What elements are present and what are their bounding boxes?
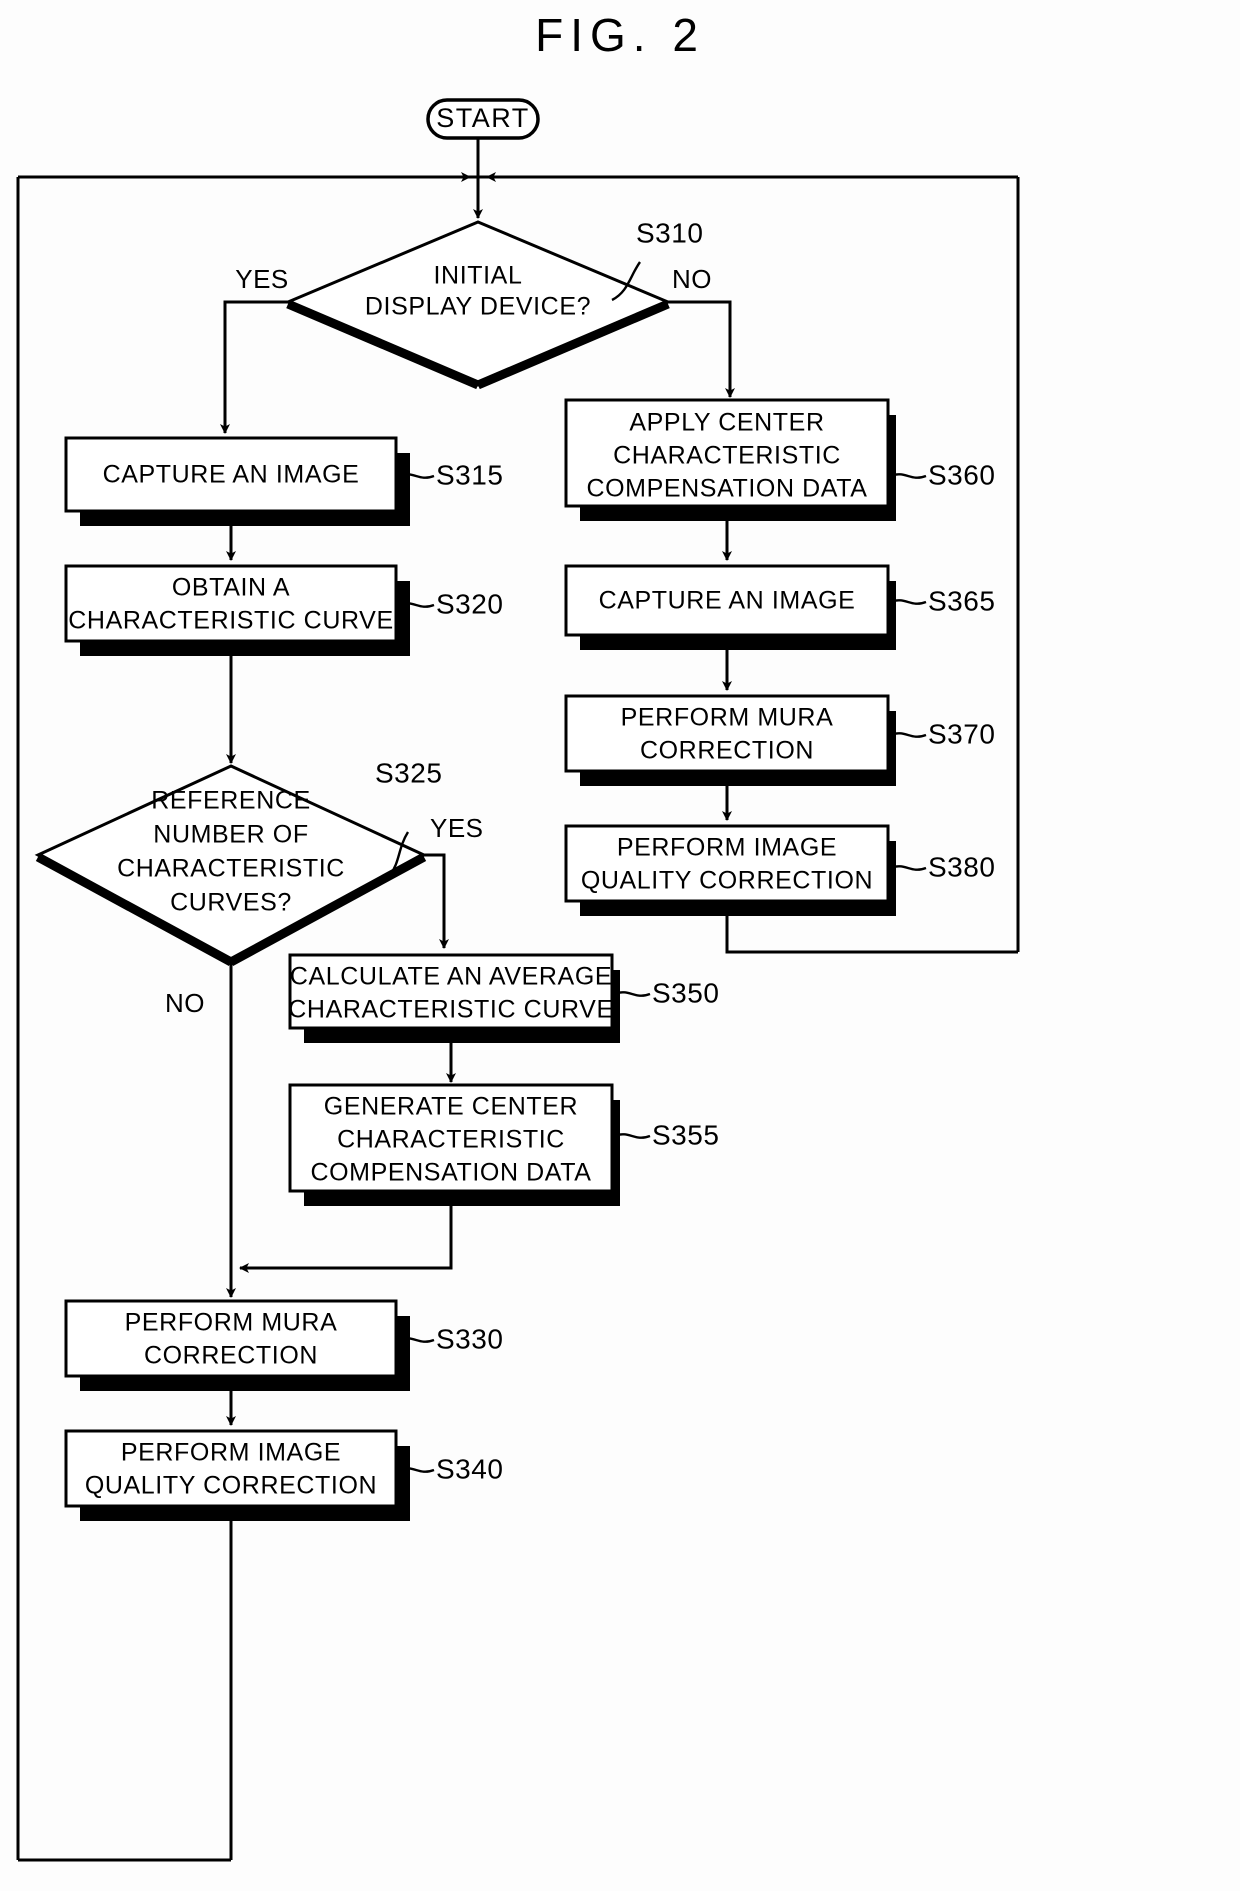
node-s315: CAPTURE AN IMAGE — [64, 436, 410, 526]
s355-line-1: CHARACTERISTIC — [337, 1126, 565, 1154]
s330-line-0: PERFORM MURA — [125, 1309, 338, 1337]
node-s325: REFERENCE NUMBER OF CHARACTERISTIC CURVE… — [34, 764, 428, 966]
node-s340: PERFORM IMAGE QUALITY CORRECTION — [64, 1429, 410, 1521]
s355-ref: S355 — [652, 1119, 719, 1150]
node-s365: CAPTURE AN IMAGE — [564, 564, 896, 650]
s360-line-1: CHARACTERISTIC — [613, 442, 841, 470]
s310-line-1: DISPLAY DEVICE? — [365, 293, 591, 321]
s340-ref: S340 — [436, 1453, 503, 1484]
s325-line-0: REFERENCE — [151, 787, 311, 815]
s365-ref: S365 — [928, 585, 995, 616]
s360-ref: S360 — [928, 459, 995, 490]
s380-line-0: PERFORM IMAGE — [617, 834, 837, 862]
s315-ref: S315 — [436, 459, 503, 490]
edge-s310-no — [668, 300, 735, 398]
node-s330: PERFORM MURA CORRECTION — [64, 1299, 410, 1391]
edge-s310-yes — [220, 300, 288, 434]
node-start: START — [426, 98, 540, 140]
node-s310: INITIAL DISPLAY DEVICE? — [284, 220, 672, 390]
s365-line-0: CAPTURE AN IMAGE — [599, 587, 856, 615]
s370-line-0: PERFORM MURA — [621, 704, 834, 732]
s325-line-2: CHARACTERISTIC — [117, 855, 345, 883]
s340-line-0: PERFORM IMAGE — [121, 1439, 341, 1467]
s370-line-1: CORRECTION — [640, 737, 814, 765]
s370-ref: S370 — [928, 718, 995, 749]
s315-line-0: CAPTURE AN IMAGE — [103, 461, 360, 489]
s380-line-1: QUALITY CORRECTION — [581, 867, 873, 895]
s360-line-0: APPLY CENTER — [629, 409, 824, 437]
node-s355: GENERATE CENTER CHARACTERISTIC COMPENSAT… — [288, 1083, 620, 1206]
node-s320: OBTAIN A CHARACTERISTIC CURVE — [64, 564, 410, 656]
start-label: START — [436, 103, 530, 133]
figure-page: FIG. 2 START INITIAL DISPLAY DEVICE? S31… — [0, 0, 1240, 1891]
s355-line-2: COMPENSATION DATA — [310, 1159, 591, 1187]
node-s370: PERFORM MURA CORRECTION — [564, 694, 896, 786]
s310-no-label: NO — [672, 264, 712, 294]
s310-yes-label: YES — [235, 264, 289, 294]
s330-line-1: CORRECTION — [144, 1342, 318, 1370]
edge-s325-yes — [424, 853, 449, 949]
s325-no-label: NO — [165, 988, 205, 1018]
s310-line-0: INITIAL — [434, 262, 523, 290]
node-s350: CALCULATE AN AVERAGE CHARACTERISTIC CURV… — [288, 953, 620, 1043]
s325-line-3: CURVES? — [170, 889, 292, 917]
node-s380: PERFORM IMAGE QUALITY CORRECTION — [564, 824, 896, 916]
s310-ref: S310 — [636, 217, 703, 248]
node-s360: APPLY CENTER CHARACTERISTIC COMPENSATION… — [564, 398, 896, 521]
s360-line-2: COMPENSATION DATA — [586, 475, 867, 503]
s325-yes-label: YES — [430, 813, 484, 843]
s350-ref: S350 — [652, 977, 719, 1008]
s350-line-0: CALCULATE AN AVERAGE — [290, 963, 612, 991]
s320-line-0: OBTAIN A — [172, 574, 290, 602]
s325-ref: S325 — [375, 757, 442, 788]
s340-line-1: QUALITY CORRECTION — [85, 1472, 377, 1500]
s320-line-1: CHARACTERISTIC CURVE — [68, 607, 393, 635]
s320-ref: S320 — [436, 588, 503, 619]
flowchart-canvas: START INITIAL DISPLAY DEVICE? S310 YES N… — [16, 98, 1020, 1862]
s355-line-0: GENERATE CENTER — [324, 1093, 578, 1121]
s350-line-1: CHARACTERISTIC CURVE — [288, 996, 613, 1024]
s380-ref: S380 — [928, 851, 995, 882]
s330-ref: S330 — [436, 1323, 503, 1354]
s325-line-1: NUMBER OF — [153, 821, 308, 849]
